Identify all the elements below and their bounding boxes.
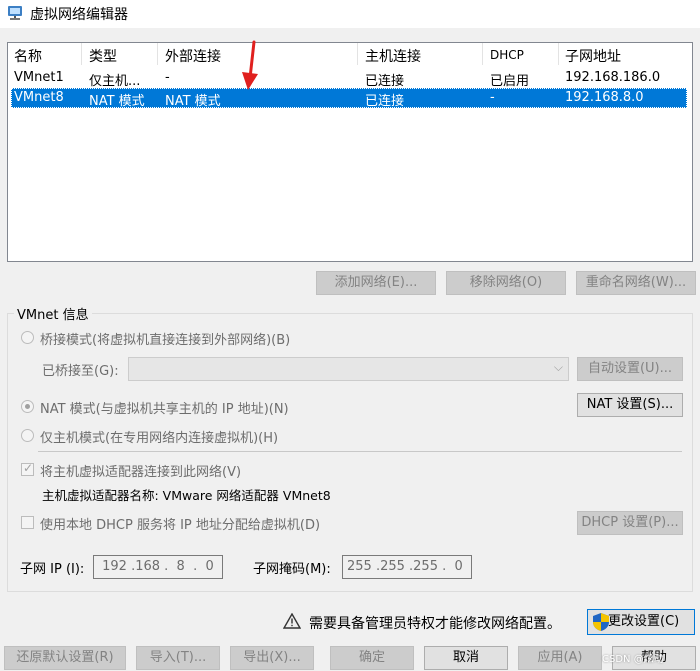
admin-message: 需要具备管理员特权才能修改网络配置。 [309, 616, 561, 632]
ok-button[interactable]: 确定 [330, 646, 414, 670]
nat-mode-label: NAT 模式(与虚拟机共享主机的 IP 地址)(N) [40, 402, 289, 417]
cell-subnet: 192.168.8.0 [565, 90, 644, 105]
host-only-label: 仅主机模式(在专用网络内连接虚拟机)(H) [40, 431, 279, 446]
restore-defaults-button[interactable]: 还原默认设置(R) [4, 646, 126, 670]
warning-icon [283, 613, 301, 629]
red-arrow-annotation [242, 40, 258, 90]
remove-network-button[interactable]: 移除网络(O) [446, 271, 566, 295]
cell-name: VMnet8 [14, 90, 64, 105]
add-network-button[interactable]: 添加网络(E)... [316, 271, 436, 295]
window-title: 虚拟网络编辑器 [30, 7, 128, 23]
subnet-ip-input[interactable]: 192 .168 . 8 . 0 [93, 555, 223, 579]
auto-settings-button[interactable]: 自动设置(U)... [577, 357, 683, 381]
chevron-down-icon: ⌵ [553, 360, 563, 374]
export-button[interactable]: 导出(X)... [230, 646, 314, 670]
bridged-to-label: 已桥接至(G): [42, 364, 119, 379]
column-dhcp[interactable]: DHCP [490, 48, 524, 62]
network-list[interactable]: 名称 类型 外部连接 主机连接 DHCP 子网地址 VMnet1 仅主机... … [7, 42, 693, 262]
nat-mode-radio[interactable] [21, 400, 34, 413]
connect-adapter-label: 将主机虚拟适配器连接到此网络(V) [40, 465, 242, 480]
divider [38, 451, 682, 452]
apply-button[interactable]: 应用(A) [518, 646, 602, 670]
cell-host: 已连接 [365, 74, 405, 89]
use-dhcp-label: 使用本地 DHCP 服务将 IP 地址分配给虚拟机(D) [40, 518, 321, 533]
nat-settings-button[interactable]: NAT 设置(S)... [577, 393, 683, 417]
change-settings-label: 更改设置(C) [608, 614, 680, 629]
column-external[interactable]: 外部连接 [165, 46, 221, 66]
cell-name: VMnet1 [14, 70, 64, 85]
bridged-to-select[interactable]: ⌵ [128, 357, 569, 381]
cell-external: NAT 模式 [165, 94, 221, 109]
cell-dhcp: 已启用 [490, 74, 530, 89]
import-button[interactable]: 导入(T)... [136, 646, 220, 670]
subnet-mask-input[interactable]: 255 .255 .255 . 0 [342, 555, 472, 579]
vmnet-info-label: VMnet 信息 [14, 304, 92, 323]
bridge-mode-radio[interactable] [21, 331, 34, 344]
vmware-network-icon [8, 6, 22, 20]
cell-host: 已连接 [365, 94, 405, 109]
table-row-selected[interactable]: VMnet8 NAT 模式 NAT 模式 已连接 - 192.168.8.0 [11, 88, 687, 109]
column-subnet[interactable]: 子网地址 [565, 46, 621, 66]
table-row[interactable]: VMnet1 仅主机... - 已连接 已启用 192.168.186.0 [11, 68, 687, 89]
list-header: 名称 类型 外部连接 主机连接 DHCP 子网地址 [8, 43, 692, 65]
column-host[interactable]: 主机连接 [365, 46, 421, 66]
cell-dhcp: - [490, 90, 495, 105]
column-name[interactable]: 名称 [14, 46, 42, 66]
column-type[interactable]: 类型 [89, 46, 117, 66]
adapter-name-text: 主机虚拟适配器名称: VMware 网络适配器 VMnet8 [42, 488, 331, 503]
cancel-button[interactable]: 取消 [424, 646, 508, 670]
subnet-mask-label: 子网掩码(M): [253, 562, 331, 577]
uac-shield-icon [593, 613, 609, 631]
cell-external: - [165, 70, 170, 85]
rename-network-button[interactable]: 重命名网络(W)... [576, 271, 696, 295]
subnet-ip-label: 子网 IP (I): [20, 562, 85, 577]
watermark: CSDN @炫动 [602, 654, 664, 665]
cell-type: 仅主机... [89, 74, 141, 89]
cell-subnet: 192.168.186.0 [565, 70, 661, 85]
dhcp-settings-button[interactable]: DHCP 设置(P)... [577, 511, 683, 535]
vmnet-info-group [7, 313, 693, 592]
connect-adapter-checkbox[interactable] [21, 461, 34, 476]
cell-type: NAT 模式 [89, 94, 145, 109]
bridge-mode-label: 桥接模式(将虚拟机直接连接到外部网络)(B) [40, 333, 291, 348]
host-only-radio[interactable] [21, 429, 34, 442]
title-bar: 虚拟网络编辑器 [0, 0, 700, 28]
use-dhcp-checkbox[interactable] [21, 516, 34, 529]
